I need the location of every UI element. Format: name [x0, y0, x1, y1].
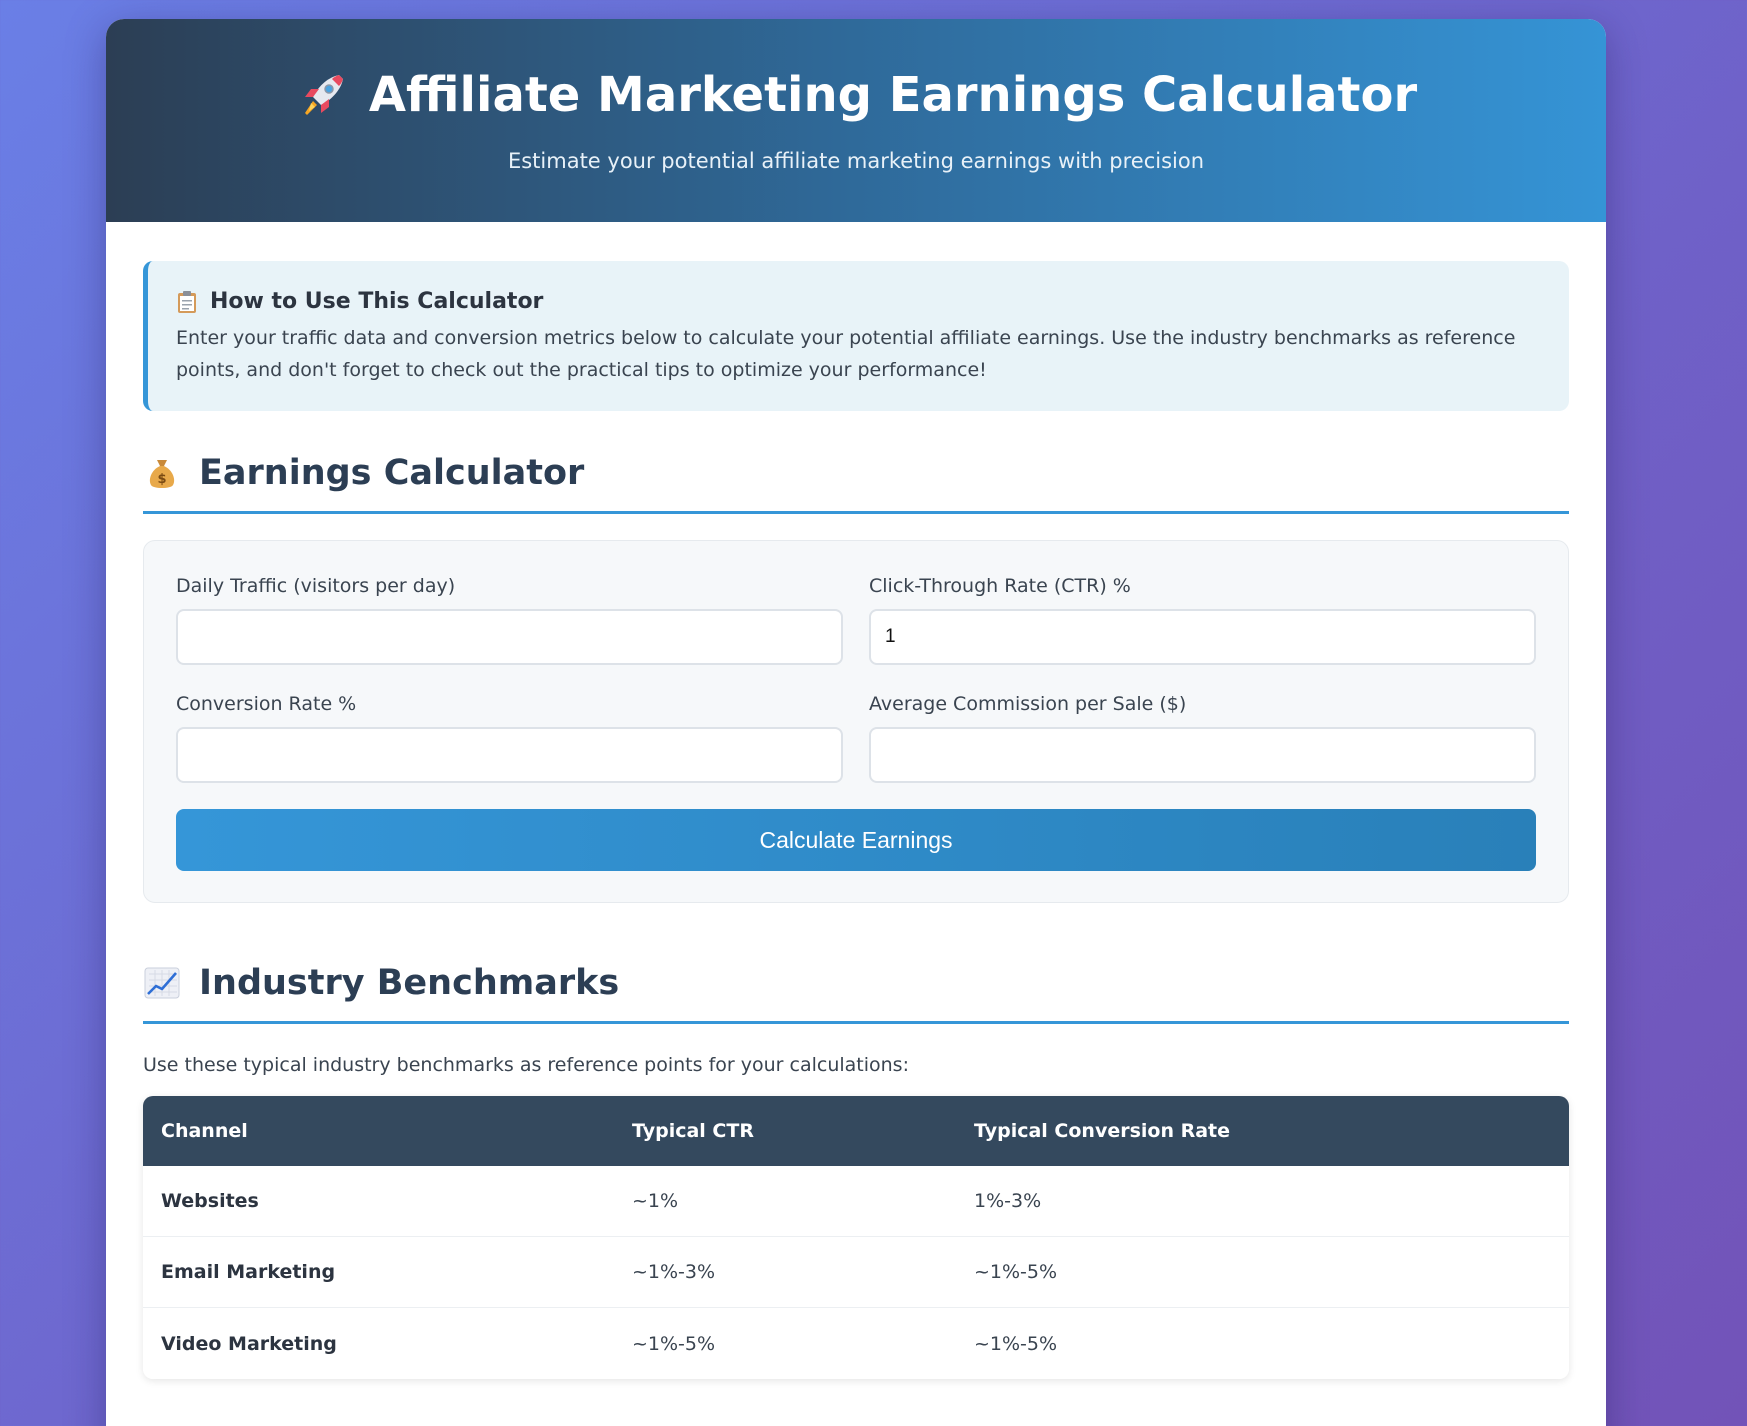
conversion-cell: ~1%-5% [956, 1308, 1569, 1379]
how-to-use-text: Enter your traffic data and conversion m… [176, 327, 1516, 381]
how-to-use-box: How to Use This Calculator Enter your tr… [143, 261, 1569, 411]
table-row: Video Marketing ~1%-5% ~1%-5% [143, 1308, 1569, 1379]
calculator-fields: Daily Traffic (visitors per day) Click-T… [176, 575, 1536, 783]
industry-benchmarks-title: Industry Benchmarks [199, 963, 620, 1003]
column-header-channel: Channel [143, 1096, 614, 1166]
ctr-cell: ~1% [614, 1166, 956, 1237]
commission-label: Average Commission per Sale ($) [869, 693, 1187, 715]
how-to-use-heading: How to Use This Calculator [176, 289, 1539, 314]
clipboard-icon [178, 290, 196, 313]
table-header-row: Channel Typical CTR Typical Conversion R… [143, 1096, 1569, 1166]
commission-field: Average Commission per Sale ($) [869, 693, 1536, 783]
benchmarks-table: Channel Typical CTR Typical Conversion R… [143, 1096, 1569, 1379]
channel-cell: Email Marketing [143, 1237, 614, 1308]
page-subtitle: Estimate your potential affiliate market… [507, 149, 1205, 173]
conversion-cell: ~1%-5% [956, 1237, 1569, 1308]
traffic-input[interactable] [176, 609, 843, 665]
ctr-input[interactable] [869, 609, 1536, 665]
calculate-earnings-button[interactable]: Calculate Earnings [176, 809, 1536, 871]
page-title-row: Affiliate Marketing Earnings Calculator [106, 67, 1606, 123]
conversion-label: Conversion Rate % [176, 693, 357, 715]
conversion-input[interactable] [176, 727, 843, 783]
ctr-cell: ~1%-3% [614, 1237, 956, 1308]
rocket-icon [304, 75, 343, 115]
ctr-cell: ~1%-5% [614, 1308, 956, 1379]
channel-cell: Video Marketing [143, 1308, 614, 1379]
commission-input[interactable] [869, 727, 1536, 783]
earnings-calculator-heading: $ Earnings Calculator [143, 453, 1569, 514]
conversion-field: Conversion Rate % [176, 693, 843, 783]
page-title: Affiliate Marketing Earnings Calculator [368, 67, 1418, 123]
money-bag-icon: $ [149, 460, 175, 488]
content-area: How to Use This Calculator Enter your tr… [106, 222, 1606, 1379]
conversion-cell: 1%-3% [956, 1166, 1569, 1237]
industry-benchmarks-heading: Industry Benchmarks [143, 963, 1569, 1024]
how-to-use-title: How to Use This Calculator [210, 289, 544, 314]
calculator-form: Daily Traffic (visitors per day) Click-T… [143, 540, 1569, 903]
earnings-calculator-title: Earnings Calculator [199, 453, 585, 493]
page-header: Affiliate Marketing Earnings Calculator … [106, 19, 1606, 222]
svg-text:$: $ [157, 472, 166, 487]
traffic-field: Daily Traffic (visitors per day) [176, 575, 843, 665]
traffic-label: Daily Traffic (visitors per day) [176, 575, 456, 597]
chart-increasing-icon [144, 967, 180, 999]
ctr-label: Click-Through Rate (CTR) % [869, 575, 1131, 597]
channel-cell: Websites [143, 1166, 614, 1237]
main-card: Affiliate Marketing Earnings Calculator … [106, 19, 1606, 1426]
column-header-ctr: Typical CTR [614, 1096, 956, 1166]
table-row: Email Marketing ~1%-3% ~1%-5% [143, 1237, 1569, 1308]
benchmarks-intro: Use these typical industry benchmarks as… [143, 1054, 909, 1076]
column-header-conversion: Typical Conversion Rate [956, 1096, 1569, 1166]
table-row: Websites ~1% 1%-3% [143, 1166, 1569, 1237]
ctr-field: Click-Through Rate (CTR) % [869, 575, 1536, 665]
